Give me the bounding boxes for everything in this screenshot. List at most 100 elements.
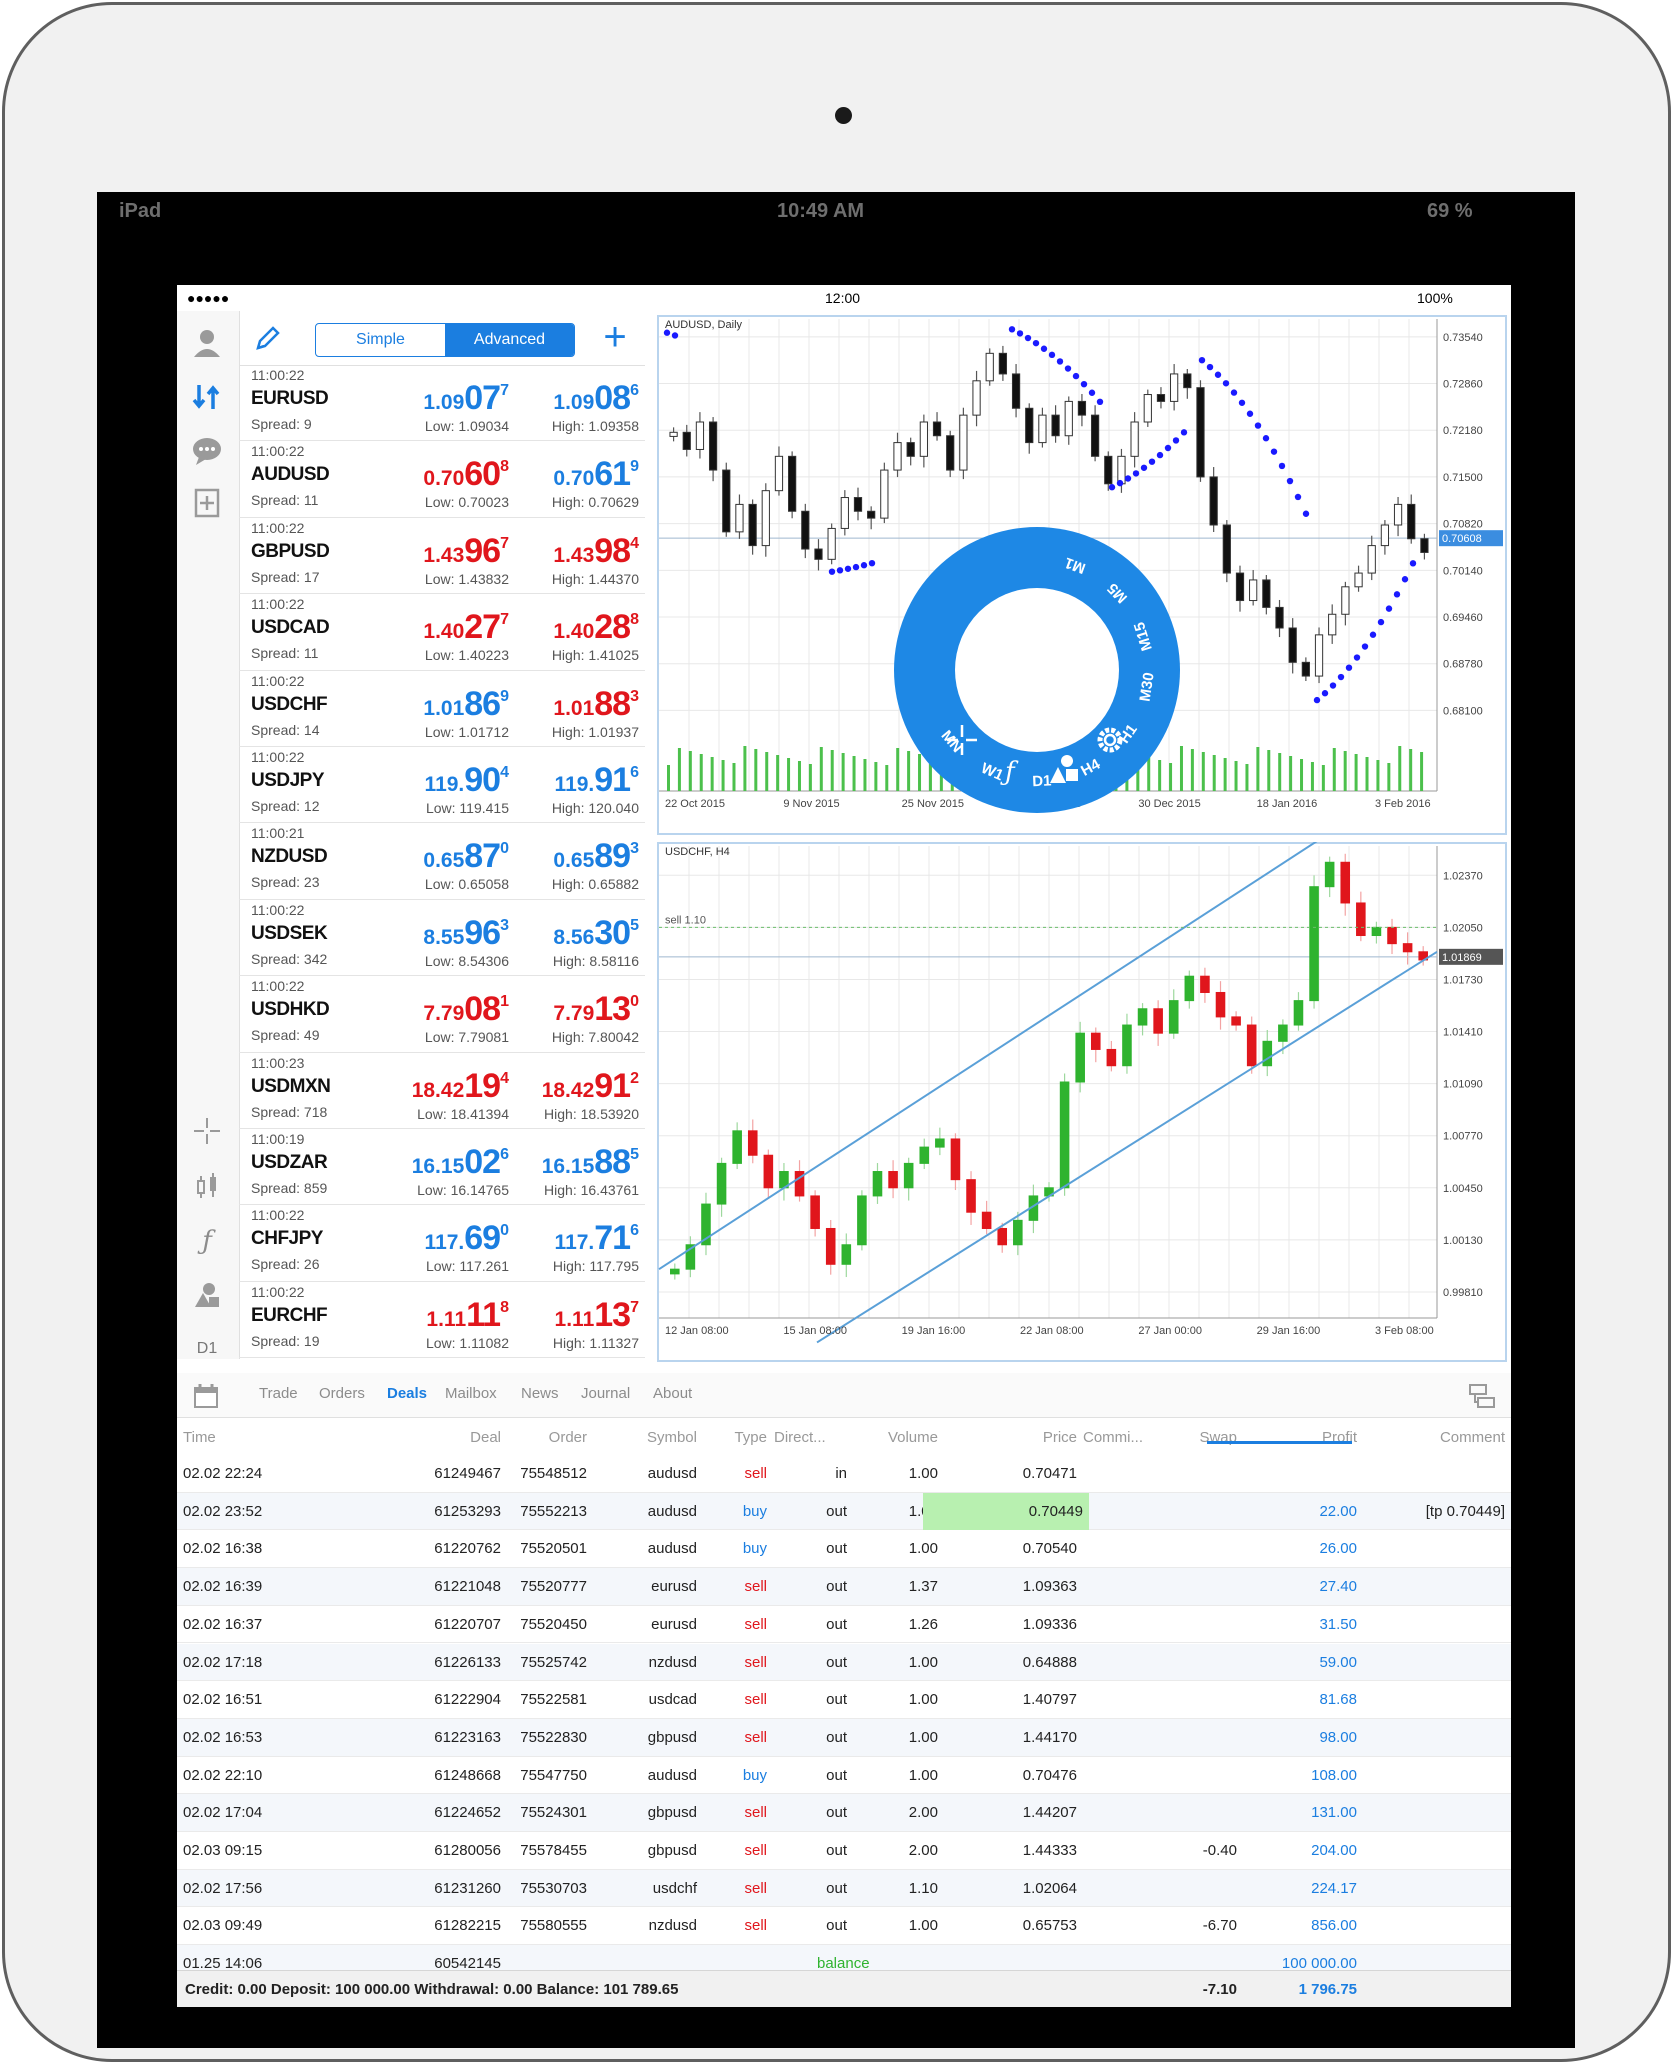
quote-row[interactable]: 11:00:19 USDZAR Spread: 859 16.15026 16.1588… [239,1129,645,1206]
col-time[interactable]: Time [183,1429,216,1446]
layout-icon[interactable] [1467,1381,1497,1411]
ask-price[interactable]: 119.916 [489,761,639,800]
crosshair-icon[interactable] [187,1111,227,1151]
bid-price[interactable]: 117.690 [359,1219,509,1258]
indicators-icon[interactable]: ƒ [187,1221,227,1261]
bid-price[interactable]: 7.79081 [359,990,509,1029]
col-commission[interactable]: Commi... [1083,1429,1143,1446]
bid-price[interactable]: 1.01869 [359,685,509,724]
ask-price[interactable]: 1.11137 [489,1296,639,1335]
tab-journal[interactable]: Journal [581,1385,630,1402]
ask-fraction: 3 [630,687,639,705]
deal-row[interactable]: 02.02 17:56 61231260 75530703 usdchf sell out… [177,1869,1511,1908]
bid-price[interactable]: 1.09077 [359,379,509,418]
quotes-icon[interactable] [187,377,227,417]
ask-price[interactable]: 1.43984 [489,532,639,571]
candle [1106,1048,1117,1067]
timeframe-button[interactable]: D1 [187,1329,227,1369]
bid-price[interactable]: 18.42194 [359,1067,509,1106]
ask-price[interactable]: 7.79130 [489,990,639,1029]
bid-price[interactable]: 16.15026 [359,1143,509,1182]
deal-row[interactable]: 02.03 09:49 61282215 75580555 nzdusd sell out… [177,1907,1511,1946]
tab-mailbox[interactable]: Mailbox [445,1385,497,1402]
deal-row[interactable]: 02.02 16:53 61223163 75522830 gbpusd sell out… [177,1718,1511,1757]
col-deal[interactable]: Deal [411,1429,501,1446]
quote-row[interactable]: 11:00:23 USDMXN Spread: 718 18.42194 18.4291… [239,1053,645,1129]
bid-price[interactable]: 1.43967 [359,532,509,571]
ask-price[interactable]: 0.65893 [489,837,639,876]
quote-row[interactable]: 11:00:22 EURCHF Spread: 19 1.11118 1.11137 Lo… [239,1282,645,1359]
quote-row[interactable]: 11:00:22 AUDUSD Spread: 11 0.70608 0.70619 Lo… [239,441,645,518]
calendar-icon[interactable] [191,1381,221,1411]
deal-symbol: eurusd [651,1578,697,1596]
quote-row[interactable]: 11:00:22 USDCHF Spread: 14 1.01869 1.01883 Lo… [239,671,645,747]
deal-row[interactable]: 02.02 23:526125329375552213audusdbuyout1… [177,1492,1511,1531]
ask-price[interactable]: 16.15885 [489,1143,639,1182]
objects-icon[interactable] [187,1275,227,1315]
ask-fraction: 7 [630,1298,639,1316]
new-order-icon[interactable] [187,483,227,523]
ask-price[interactable]: 0.70619 [489,455,639,494]
app-screen: ●●●●● 12:00 100% ƒ D1 Simple Advanced + … [177,285,1511,2007]
quote-row[interactable]: 11:00:22 USDHKD Spread: 49 7.79081 7.79130 Lo… [239,976,645,1053]
col-comment[interactable]: Comment [1405,1429,1505,1446]
ask-prefix: 1.40 [553,620,595,644]
tab-news[interactable]: News [521,1385,559,1402]
deal-row[interactable]: 02.02 17:18 61226133 75525742 nzdusd sell out… [177,1643,1511,1682]
candle [853,497,863,512]
col-type[interactable]: Type [717,1429,767,1446]
bid-price[interactable]: 0.65870 [359,837,509,876]
timeframe-d1[interactable]: D1 [1032,772,1052,790]
simple-tab[interactable]: Simple [316,324,445,356]
col-price[interactable]: Price [987,1429,1077,1446]
deal-row[interactable]: 02.02 17:04 61224652 75524301 gbpusd sell out… [177,1794,1511,1832]
deal-row[interactable]: 02.03 09:15 61280056 75578455 gbpusd sell out… [177,1832,1511,1870]
col-symbol[interactable]: Symbol [607,1429,697,1446]
quote-row[interactable]: 11:00:21 NZDUSD Spread: 23 0.65870 0.65893 Lo… [239,823,645,900]
bid-price[interactable]: 119.904 [359,761,509,800]
bid-price[interactable]: 0.70608 [359,455,509,494]
edit-icon[interactable] [253,323,283,353]
ask-price[interactable]: 1.01883 [489,685,639,724]
quote-row[interactable]: 11:00:22 USDJPY Spread: 12 119.904 119.916 Lo… [239,747,645,824]
deal-row[interactable]: 02.02 16:37 61220707 75520450 eurusd sell out… [177,1606,1511,1644]
timeframe-dial[interactable]: M1M5M15M30H1H4D1W1MNƒ [892,525,1182,815]
ask-price[interactable]: 1.09086 [489,379,639,418]
deal-row[interactable]: 02.02 22:10 61248668 75547750 audusd buy out 1… [177,1757,1511,1795]
candle [1077,400,1087,416]
add-symbol-button[interactable]: + [595,317,635,357]
account-icon[interactable] [187,323,227,363]
advanced-tab[interactable]: Advanced [445,324,574,356]
deal-direction: out [826,1879,847,1897]
chart-usdchf-svg[interactable]: 1.02370 1.02050 1.01730 1.01410 1.01090 1.007… [657,820,1507,1362]
col-order[interactable]: Order [497,1429,587,1446]
col-direction[interactable]: Direct... [774,1429,826,1446]
candle [747,1130,758,1156]
deal-row[interactable]: 02.02 16:38 61220762 75520501 audusd buy out 1… [177,1530,1511,1569]
sar-dot [1140,464,1148,471]
deal-row[interactable]: 02.02 16:51 61222904 75522581 usdcad sell out… [177,1681,1511,1719]
bid-price[interactable]: 1.11118 [359,1296,509,1335]
bid-price[interactable]: 8.55963 [359,914,509,953]
quote-row[interactable]: 11:00:22 USDSEK Spread: 342 8.55963 8.56305 L… [239,900,645,977]
deal-price: 1.09336 [1022,1615,1077,1633]
deal-row[interactable]: 02.02 22:24 61249467 75548512 audusd sell in 1… [177,1455,1511,1493]
chart-type-icon[interactable] [187,1167,227,1207]
chat-icon[interactable] [187,431,227,471]
ask-price[interactable]: 1.40288 [489,608,639,647]
ask-price[interactable]: 117.716 [489,1219,639,1258]
tab-deals[interactable]: Deals [387,1385,427,1402]
chart-usdchf[interactable]: 1.02370 1.02050 1.01730 1.01410 1.01090 1.007… [657,820,1507,1362]
deal-row[interactable]: 02.02 16:39 61221048 75520777 eurusd sell out… [177,1568,1511,1606]
bid-price[interactable]: 1.40277 [359,608,509,647]
quote-row[interactable]: 11:00:22 CHFJPY Spread: 26 117.690 117.716 Lo… [239,1205,645,1282]
tab-about[interactable]: About [653,1385,692,1402]
quote-row[interactable]: 11:00:22 EURUSD Spread: 9 1.09077 1.09086 Low… [239,365,645,442]
tab-trade[interactable]: Trade [259,1385,298,1402]
tab-orders[interactable]: Orders [319,1385,365,1402]
quote-row[interactable]: 11:00:22 USDCAD Spread: 11 1.40277 1.40288 Lo… [239,594,645,671]
quote-row[interactable]: 11:00:22 GBPUSD Spread: 17 1.43967 1.43984 Lo… [239,518,645,595]
ask-price[interactable]: 18.42912 [489,1067,639,1106]
ask-price[interactable]: 8.56305 [489,914,639,953]
col-volume[interactable]: Volume [853,1429,938,1446]
